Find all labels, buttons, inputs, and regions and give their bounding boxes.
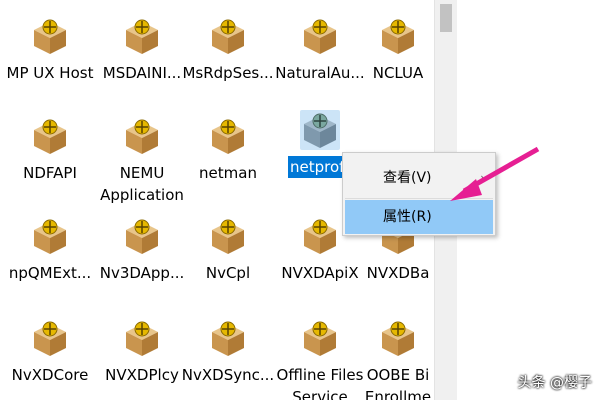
folder-label: NDFAPI: [23, 164, 77, 182]
folder-item[interactable]: MP UX Host: [2, 16, 98, 84]
folder-item[interactable]: NvXDSync...: [180, 318, 276, 386]
package-folder-icon: [30, 116, 70, 156]
menu-item-label: 属性(R): [383, 209, 432, 225]
package-folder-icon: [122, 216, 162, 256]
folder-label: MP UX Host: [6, 64, 94, 82]
folder-label: NVXDApiX: [281, 264, 359, 282]
folder-item[interactable]: MSDAINI...: [94, 16, 190, 84]
package-folder-icon: [122, 318, 162, 358]
folder-label: OOBE Bi Enrollme: [364, 366, 432, 400]
package-folder-icon: [378, 16, 418, 56]
folder-label: Nv3DApp...: [99, 264, 185, 282]
folder-item[interactable]: Offline Files Service: [272, 318, 368, 400]
menu-item-label: 查看(V): [383, 170, 432, 186]
package-folder-icon: [208, 216, 248, 256]
package-folder-icon: [30, 318, 70, 358]
package-folder-icon: [300, 318, 340, 358]
package-folder-icon: [122, 16, 162, 56]
package-folder-icon: [208, 16, 248, 56]
folder-item[interactable]: NEMU Application: [94, 116, 190, 206]
package-folder-icon: [122, 116, 162, 156]
folder-label: NvXDSync...: [181, 366, 275, 384]
folder-label: MsRdpSes...: [182, 64, 274, 82]
folder-label: NEMU Application: [100, 164, 184, 204]
folder-label: MSDAINI...: [102, 64, 182, 82]
folder-item[interactable]: npQMExt...: [2, 216, 98, 284]
package-folder-icon: [208, 116, 248, 156]
package-folder-icon: [378, 318, 418, 358]
folder-label: npQMExt...: [8, 264, 92, 282]
folder-item[interactable]: NvXDCore: [2, 318, 98, 386]
folder-item[interactable]: netman: [180, 116, 276, 184]
folder-label: NVXDBa: [366, 264, 430, 282]
package-folder-icon: [30, 216, 70, 256]
folder-label: Offline Files Service: [276, 366, 364, 400]
folder-item[interactable]: NaturalAu...: [272, 16, 368, 84]
package-folder-icon: [300, 16, 340, 56]
annotation-arrow-icon: [450, 146, 540, 201]
watermark: 头条 @樱子: [517, 375, 592, 391]
folder-item[interactable]: NCLUA: [362, 16, 434, 84]
folder-label: NvCpl: [205, 264, 251, 282]
folder-label: netman: [199, 164, 257, 182]
folder-item[interactable]: NvCpl: [180, 216, 276, 284]
folder-item[interactable]: MsRdpSes...: [180, 16, 276, 84]
folder-label: NVXDPlcy: [105, 366, 179, 384]
folder-label: NCLUA: [372, 64, 424, 82]
folder-item[interactable]: Nv3DApp...: [94, 216, 190, 284]
package-folder-icon: [300, 110, 340, 150]
package-folder-icon: [208, 318, 248, 358]
explorer-window: MP UX Host MSDAINI... MsRdpSes... Natura…: [0, 0, 600, 400]
package-folder-icon: [300, 216, 340, 256]
folder-item[interactable]: NVXDPlcy: [94, 318, 190, 386]
package-folder-icon: [30, 16, 70, 56]
folder-label: NaturalAu...: [275, 64, 365, 82]
folder-item[interactable]: OOBE Bi Enrollme: [362, 318, 434, 400]
scrollbar-thumb[interactable]: [440, 4, 452, 32]
folder-item[interactable]: NDFAPI: [2, 116, 98, 184]
folder-label: NvXDCore: [11, 366, 89, 384]
